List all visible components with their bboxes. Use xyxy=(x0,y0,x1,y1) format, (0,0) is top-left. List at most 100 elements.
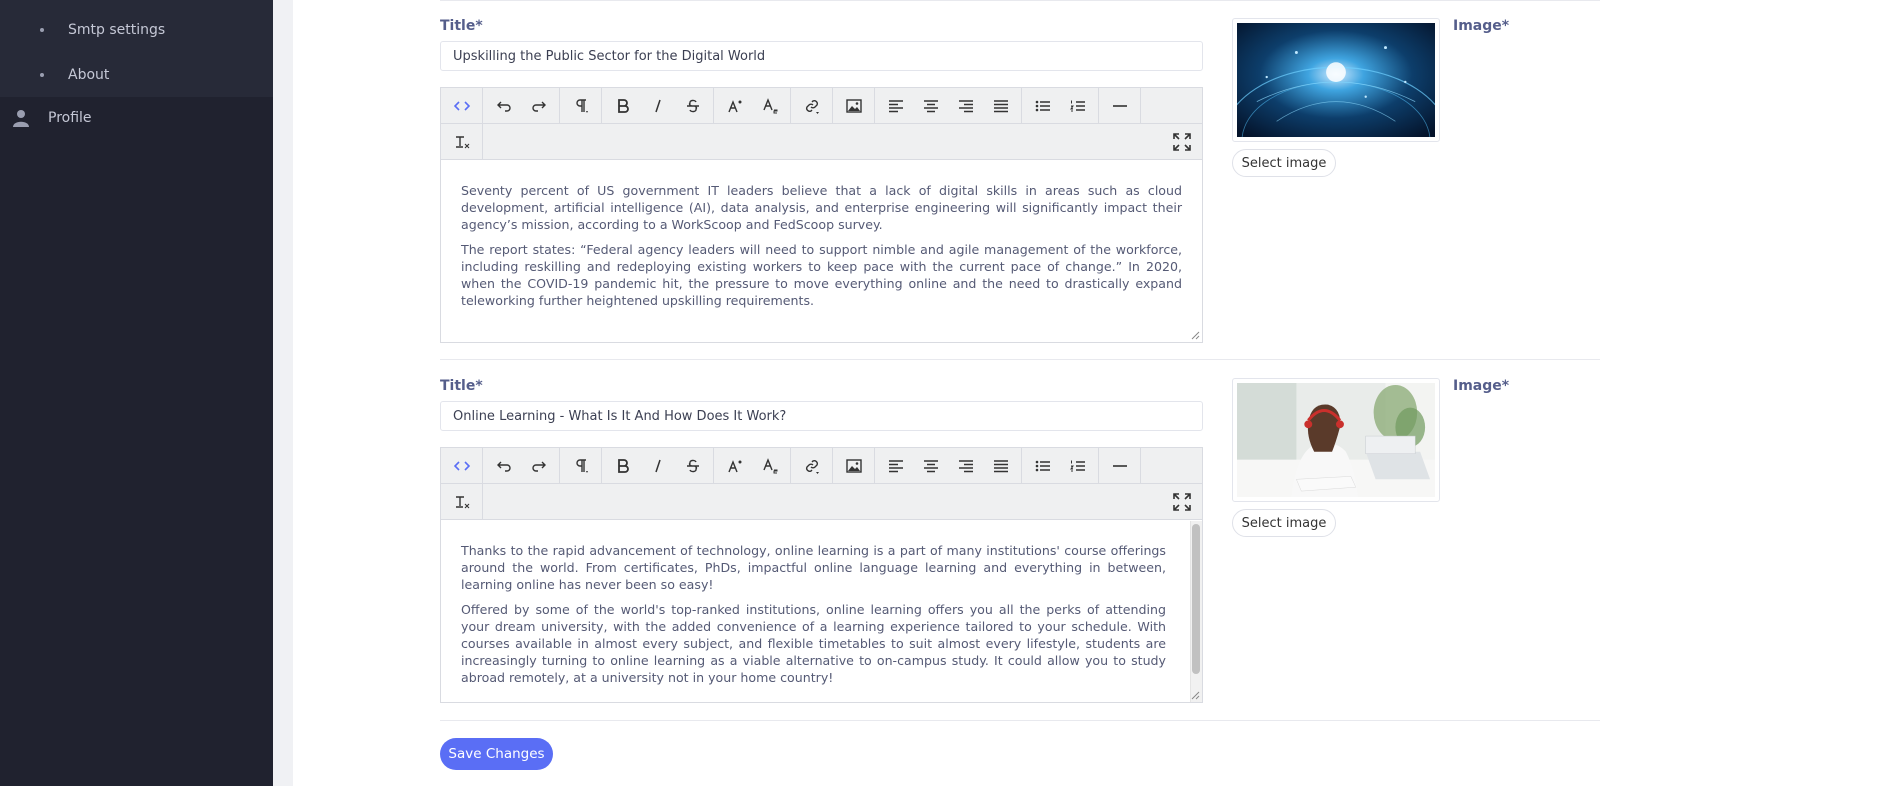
editor-content[interactable]: Thanks to the rapid advancement of techn… xyxy=(441,520,1202,686)
editor-paragraph: Seventy percent of US government IT lead… xyxy=(461,183,1182,232)
paragraph-format-button[interactable] xyxy=(563,451,598,481)
align-center-icon xyxy=(923,459,938,472)
align-right-button[interactable] xyxy=(948,91,983,121)
editor-toolbar xyxy=(441,447,1202,520)
superscript-button[interactable] xyxy=(717,91,752,121)
sidebar-item-about[interactable]: About xyxy=(0,60,273,90)
fullscreen-icon[interactable] xyxy=(1172,132,1192,152)
numbered-list-icon xyxy=(1069,460,1085,471)
bullet-icon xyxy=(40,28,44,32)
title-input[interactable]: Online Learning - What Is It And How Doe… xyxy=(440,401,1203,431)
undo-icon xyxy=(496,461,511,472)
sidebar-item-label: About xyxy=(68,67,110,83)
editor-paragraph: Thanks to the rapid advancement of techn… xyxy=(461,543,1166,592)
resize-handle-icon[interactable] xyxy=(1191,331,1200,340)
bold-icon xyxy=(617,458,629,473)
unordered-list-button[interactable] xyxy=(1025,451,1060,481)
paragraph-icon xyxy=(575,98,588,113)
align-justify-button[interactable] xyxy=(983,91,1018,121)
subscript-button[interactable] xyxy=(752,451,787,481)
align-justify-icon xyxy=(993,459,1008,472)
redo-icon xyxy=(531,461,546,472)
undo-button[interactable] xyxy=(486,451,521,481)
clear-format-icon xyxy=(455,495,469,508)
bold-icon xyxy=(617,98,629,113)
align-center-button[interactable] xyxy=(913,451,948,481)
horizontal-rule-button[interactable] xyxy=(1102,451,1137,481)
bold-button[interactable] xyxy=(605,91,640,121)
fullscreen-icon[interactable] xyxy=(1172,492,1192,512)
redo-button[interactable] xyxy=(521,451,556,481)
link-icon xyxy=(805,459,819,474)
title-label: Title* xyxy=(440,378,483,394)
ordered-list-button[interactable] xyxy=(1060,451,1095,481)
clear-format-button[interactable] xyxy=(444,127,479,157)
editor-scrollbar-track[interactable] xyxy=(1190,521,1202,702)
italic-icon xyxy=(654,99,661,112)
strikethrough-button[interactable] xyxy=(675,91,710,121)
bold-button[interactable] xyxy=(605,451,640,481)
align-left-icon xyxy=(888,459,903,472)
align-justify-icon xyxy=(993,99,1008,112)
align-right-button[interactable] xyxy=(948,451,983,481)
code-view-button[interactable] xyxy=(444,451,479,481)
align-right-icon xyxy=(958,459,973,472)
strikethrough-button[interactable] xyxy=(675,451,710,481)
clear-format-button[interactable] xyxy=(444,487,479,517)
image-icon xyxy=(845,458,862,473)
select-image-button[interactable]: Select image xyxy=(1232,149,1336,177)
sidebar-item-smtp-settings[interactable]: Smtp settings xyxy=(0,0,273,60)
bullet-list-icon xyxy=(1035,100,1050,111)
superscript-icon xyxy=(727,459,741,472)
undo-button[interactable] xyxy=(486,91,521,121)
align-left-button[interactable] xyxy=(878,91,913,121)
paragraph-format-button[interactable] xyxy=(563,91,598,121)
superscript-button[interactable] xyxy=(717,451,752,481)
clear-format-icon xyxy=(455,135,469,148)
align-left-button[interactable] xyxy=(878,451,913,481)
title-label: Title* xyxy=(440,18,483,34)
undo-icon xyxy=(496,101,511,112)
strikethrough-icon xyxy=(686,99,699,112)
editor-content[interactable]: Seventy percent of US government IT lead… xyxy=(441,160,1202,309)
woman-laptop-image xyxy=(1237,383,1435,497)
rich-text-editor: Seventy percent of US government IT lead… xyxy=(440,87,1203,343)
sidebar-item-label: Smtp settings xyxy=(68,22,166,38)
code-view-button[interactable] xyxy=(444,91,479,121)
user-icon xyxy=(13,110,29,127)
select-image-button[interactable]: Select image xyxy=(1232,509,1336,537)
editor-scrollbar-thumb[interactable] xyxy=(1192,524,1200,674)
horizontal-rule-button[interactable] xyxy=(1102,91,1137,121)
insert-image-button[interactable] xyxy=(836,451,871,481)
image-icon xyxy=(845,98,862,113)
italic-button[interactable] xyxy=(640,91,675,121)
unordered-list-button[interactable] xyxy=(1025,91,1060,121)
italic-button[interactable] xyxy=(640,451,675,481)
ordered-list-button[interactable] xyxy=(1060,91,1095,121)
sidebar-item-label: Profile xyxy=(48,110,92,126)
link-button[interactable] xyxy=(794,451,829,481)
superscript-icon xyxy=(727,99,741,112)
sidebar-item-profile[interactable]: Profile xyxy=(0,97,273,139)
align-center-button[interactable] xyxy=(913,91,948,121)
subscript-icon xyxy=(762,97,777,113)
redo-icon xyxy=(531,101,546,112)
strikethrough-icon xyxy=(686,459,699,472)
sidebar: Smtp settings About Profile xyxy=(0,0,273,786)
horizontal-rule-icon xyxy=(1112,104,1127,107)
code-icon xyxy=(453,460,470,471)
link-button[interactable] xyxy=(794,91,829,121)
save-changes-button[interactable]: Save Changes xyxy=(440,738,553,770)
insert-image-button[interactable] xyxy=(836,91,871,121)
settings-submenu: Smtp settings About xyxy=(0,0,273,97)
redo-button[interactable] xyxy=(521,91,556,121)
image-preview xyxy=(1232,378,1440,502)
article-section-1: Title* Upskilling the Public Sector for … xyxy=(440,0,1600,360)
title-input[interactable]: Upskilling the Public Sector for the Dig… xyxy=(440,41,1203,71)
divider xyxy=(440,720,1600,721)
resize-handle-icon[interactable] xyxy=(1191,691,1200,700)
subscript-button[interactable] xyxy=(752,91,787,121)
editor-paragraph: The report states: “Federal agency leade… xyxy=(461,242,1182,308)
article-section-2: Title* Online Learning - What Is It And … xyxy=(440,360,1600,721)
align-justify-button[interactable] xyxy=(983,451,1018,481)
